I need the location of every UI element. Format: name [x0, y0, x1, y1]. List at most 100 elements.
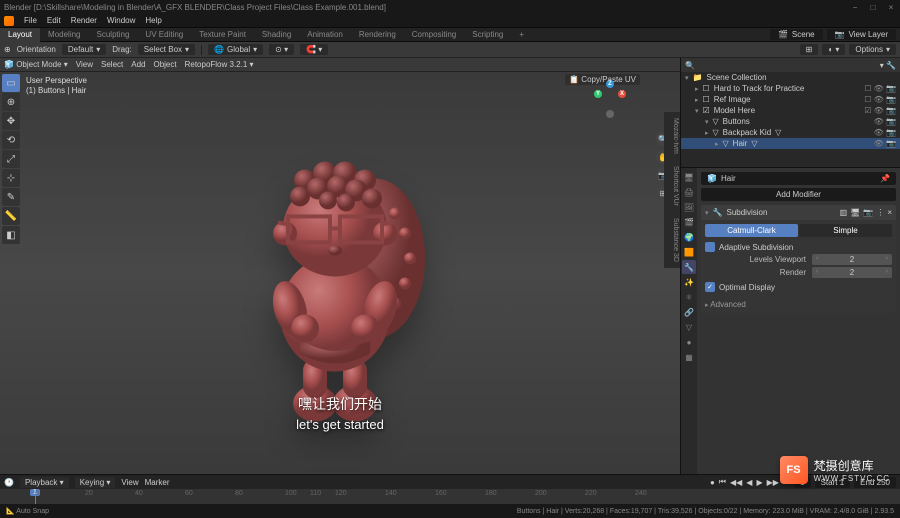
- tab-texture-paint[interactable]: Texture Paint: [191, 28, 254, 42]
- orientation-dropdown[interactable]: Default▾: [62, 44, 106, 55]
- add-modifier-button[interactable]: Add Modifier: [701, 188, 896, 201]
- sidetab-mozaic[interactable]: Mozaic-tvm: [664, 112, 680, 160]
- move-tool[interactable]: ✥: [2, 112, 20, 130]
- prop-tab-scene[interactable]: 🎬: [682, 215, 696, 229]
- prop-tab-particles[interactable]: ✨: [682, 275, 696, 289]
- outliner-item[interactable]: ▸▽ Backpack Kid ▽👁 📷: [681, 127, 900, 138]
- levels-viewport-field[interactable]: ‹2›: [812, 254, 892, 265]
- outliner-item[interactable]: ▾▽ Buttons👁 📷: [681, 116, 900, 127]
- prop-tab-data[interactable]: ▽: [682, 320, 696, 334]
- modifier-header[interactable]: ▾ 🔧 Subdivision ▥ 🖥 📷 ⋮ ×: [701, 205, 896, 220]
- outliner-item-selected[interactable]: ▸▽ Hair ▽👁 📷: [681, 138, 900, 149]
- scale-tool[interactable]: ⤢: [2, 150, 20, 168]
- timeline-track[interactable]: 1 0 20 40 60 80 100 110 120 140 160 180 …: [0, 489, 900, 504]
- play-icon[interactable]: ▶: [756, 478, 762, 487]
- prop-tab-output[interactable]: 🖨: [682, 185, 696, 199]
- modifier-close-icon[interactable]: ×: [887, 208, 892, 217]
- cursor-tool-icon[interactable]: ⊕: [4, 45, 11, 54]
- add-cube-tool[interactable]: ◧: [2, 226, 20, 244]
- object-name-field[interactable]: 🧊 Hair 📌: [701, 172, 896, 185]
- tl-menu-view[interactable]: View: [121, 478, 138, 487]
- jump-start-icon[interactable]: ⏮: [719, 477, 726, 487]
- tab-scripting[interactable]: Scripting: [464, 28, 511, 42]
- tab-add[interactable]: +: [511, 28, 532, 42]
- maximize-icon[interactable]: □: [868, 3, 878, 12]
- render-field[interactable]: ‹2›: [812, 267, 892, 278]
- tab-uv-editing[interactable]: UV Editing: [137, 28, 191, 42]
- vp-menu-view[interactable]: View: [76, 60, 93, 69]
- modifier-edit-icon[interactable]: ▥: [840, 208, 848, 217]
- prev-key-icon[interactable]: ◀◀: [730, 478, 742, 487]
- tab-compositing[interactable]: Compositing: [404, 28, 464, 42]
- mode-dropdown[interactable]: 🧊 Object Mode ▾: [4, 60, 68, 69]
- pin-icon[interactable]: 📌: [880, 174, 890, 183]
- tab-rendering[interactable]: Rendering: [351, 28, 404, 42]
- character-model[interactable]: [230, 118, 450, 440]
- close-icon[interactable]: ×: [886, 3, 896, 12]
- outliner-item[interactable]: ▸☐ Hard to Track for Practice☐ 👁 📷: [681, 83, 900, 94]
- prop-tab-texture[interactable]: ▦: [682, 350, 696, 364]
- viewlayer-selector[interactable]: 📷View Layer: [827, 29, 896, 40]
- keying-dropdown[interactable]: Keying ▾: [75, 477, 116, 488]
- menu-edit[interactable]: Edit: [47, 16, 61, 25]
- prop-tab-material[interactable]: ●: [682, 335, 696, 349]
- retopoflow-dropdown[interactable]: RetopoFlow 3.2.1 ▾: [185, 60, 254, 69]
- optimal-display-checkbox[interactable]: ✓: [705, 282, 715, 292]
- sidetab-substance[interactable]: Substance 3D: [664, 212, 680, 268]
- outliner-item[interactable]: ▸☐ Ref Image☐ 👁 📷: [681, 94, 900, 105]
- autokey-icon[interactable]: ●: [710, 478, 715, 487]
- prop-tab-viewlayer[interactable]: 🖼: [682, 200, 696, 214]
- nav-gizmo[interactable]: X Y Z: [590, 82, 630, 122]
- modifier-display-icon[interactable]: 🖥: [850, 208, 860, 217]
- vp-menu-object[interactable]: Object: [153, 60, 176, 69]
- outliner-item[interactable]: ▾☑ Model Here☑ 👁 📷: [681, 105, 900, 116]
- overlays-toggle[interactable]: ⊞: [800, 44, 819, 55]
- measure-tool[interactable]: 📏: [2, 207, 20, 225]
- vp-menu-add[interactable]: Add: [131, 60, 145, 69]
- snap-dropdown[interactable]: 🧲 ▾: [300, 44, 328, 55]
- prop-tab-physics[interactable]: ⚛: [682, 290, 696, 304]
- simple-button[interactable]: Simple: [799, 224, 892, 237]
- tab-layout[interactable]: Layout: [0, 28, 40, 42]
- vp-menu-select[interactable]: Select: [101, 60, 123, 69]
- tab-modeling[interactable]: Modeling: [40, 28, 88, 42]
- sidetab-shortcut[interactable]: Shortcut VUr: [664, 160, 680, 212]
- playback-dropdown[interactable]: Playback ▾: [20, 477, 69, 488]
- modifier-render-icon[interactable]: 📷: [863, 208, 873, 217]
- advanced-toggle[interactable]: ▸ Advanced: [705, 300, 892, 309]
- modifier-menu-icon[interactable]: ⋮: [876, 208, 884, 217]
- tl-menu-marker[interactable]: Marker: [145, 478, 170, 487]
- adaptive-checkbox[interactable]: [705, 242, 715, 252]
- options-dropdown[interactable]: Options ▾: [849, 44, 896, 55]
- tab-animation[interactable]: Animation: [299, 28, 351, 42]
- transform-tool[interactable]: ⊹: [2, 169, 20, 187]
- tab-sculpting[interactable]: Sculpting: [89, 28, 138, 42]
- scene-selector[interactable]: 🎬Scene: [770, 29, 823, 40]
- menu-file[interactable]: File: [24, 16, 37, 25]
- pivot-dropdown[interactable]: ⊙ ▾: [269, 44, 294, 55]
- prop-tab-object[interactable]: 🟧: [682, 245, 696, 259]
- prop-tab-world[interactable]: 🌍: [682, 230, 696, 244]
- menu-render[interactable]: Render: [71, 16, 97, 25]
- prop-tab-constraints[interactable]: 🔗: [682, 305, 696, 319]
- outliner-scene-collection[interactable]: ▾📁 Scene Collection: [681, 72, 900, 83]
- next-key-icon[interactable]: ▶▶: [767, 478, 779, 487]
- menu-help[interactable]: Help: [145, 16, 161, 25]
- timeline-editor-icon[interactable]: 🕐: [4, 478, 14, 487]
- shading-dropdown[interactable]: ◐ ▾: [822, 44, 845, 55]
- annotate-tool[interactable]: ✎: [2, 188, 20, 206]
- catmull-clark-button[interactable]: Catmull-Clark: [705, 224, 798, 237]
- menu-window[interactable]: Window: [107, 16, 135, 25]
- tab-shading[interactable]: Shading: [254, 28, 299, 42]
- outliner-search-icon[interactable]: 🔍: [685, 61, 695, 70]
- cursor-tool[interactable]: ⊕: [2, 93, 20, 111]
- transform-orientation-dropdown[interactable]: 🌐 Global ▾: [208, 44, 263, 55]
- prop-tab-modifiers[interactable]: 🔧: [682, 260, 696, 274]
- play-rev-icon[interactable]: ◀: [746, 478, 752, 487]
- minimize-icon[interactable]: −: [850, 3, 860, 12]
- rotate-tool[interactable]: ⟲: [2, 131, 20, 149]
- drag-dropdown[interactable]: Select Box▾: [138, 44, 195, 55]
- prop-tab-render[interactable]: 🖥: [682, 170, 696, 184]
- select-tool[interactable]: ▭: [2, 74, 20, 92]
- 3d-viewport[interactable]: ▭ ⊕ ✥ ⟲ ⤢ ⊹ ✎ 📏 ◧ User Perspective (1) B…: [0, 72, 680, 474]
